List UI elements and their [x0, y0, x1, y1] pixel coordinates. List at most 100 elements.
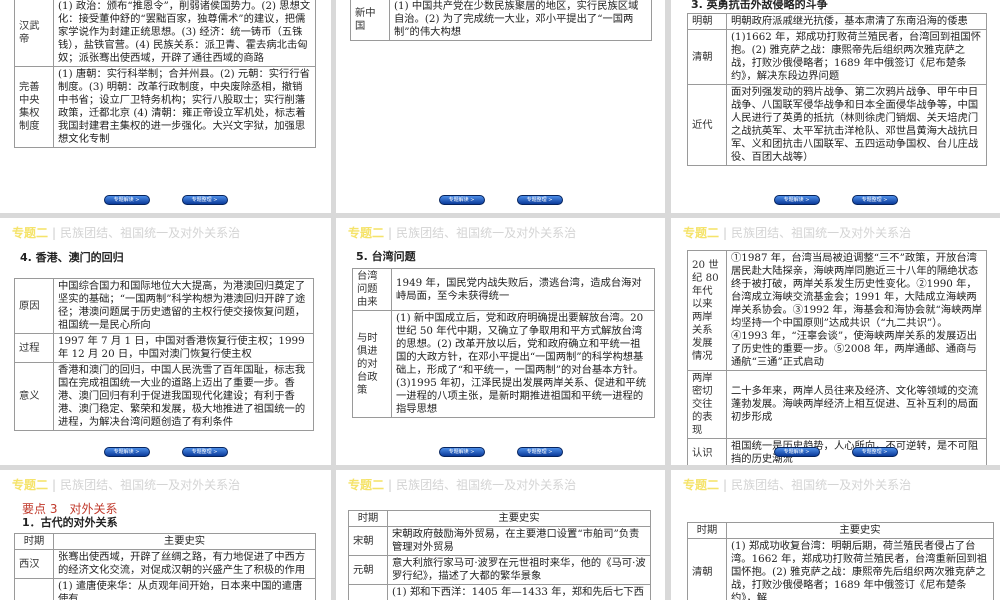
slide-1: 汉武帝 (1) 政治：颁布“推恩令”，削弱诸侯国势力。(2) 思想文化：接受董仲舒… — [0, 0, 331, 213]
content-table: 汉武帝 (1) 政治：颁布“推恩令”，削弱诸侯国势力。(2) 思想文化：接受董仲舒… — [14, 0, 316, 148]
row-label: 20 世纪 80 年代以来两岸关系发展情况 — [687, 250, 727, 371]
header-divider: | — [388, 226, 393, 240]
table-row: 时期 主要史实 — [14, 533, 316, 550]
next-topic-button[interactable]: 专题整理 > — [181, 195, 228, 205]
slide-4: 专题二 | 民族团结、祖国统一及对外关系治 4. 香港、澳门的回归原因 中国综合国力和国… — [0, 218, 331, 465]
row-content: (1) 新中国成立后，党和政府明确提出要解放台湾。20 世纪 50 年代中期，又… — [391, 310, 655, 418]
slide-nav: 专题解读 > 专题整理 > — [336, 190, 665, 209]
header-divider: | — [723, 226, 728, 240]
slide-header: 专题二 | 民族团结、祖国统一及对外关系治 — [12, 476, 240, 493]
row-content: 宋朝政府鼓励海外贸易，在主要港口设置“市舶司”负责管理对外贸易 — [387, 526, 651, 556]
column-header: 主要史实 — [387, 510, 651, 527]
prev-topic-button[interactable]: 专题解读 > — [773, 195, 820, 205]
slide-nav: 专题解读 > 专题整理 > — [671, 190, 1000, 209]
column-header: 主要史实 — [726, 522, 994, 539]
row-label: 清朝 — [687, 29, 727, 85]
content-table: 明朝 明朝政府派戚继光抗倭，基本肃清了东南沿海的倭患 清朝 (1)1662 年，郑成功… — [687, 13, 987, 166]
next-topic-button[interactable]: 专题整理 > — [516, 447, 563, 457]
row-label: 汉武帝 — [14, 0, 54, 67]
table-row: 完善中央集权制度 (1) 唐朝：实行科举制；合并州县。(2) 元朝：实行行省制度。… — [14, 66, 316, 148]
slide-title: 3. 英勇抗击外敌侵略的斗争 — [691, 0, 828, 11]
table-row: 20 世纪 80 年代以来两岸关系发展情况 ①1987 年，台湾当局被迫调整“三不… — [687, 250, 987, 371]
slide-header: 专题二 | 民族团结、祖国统一及对外关系治 — [348, 476, 576, 493]
table-row: 近代 面对列强发动的鸦片战争、第二次鸦片战争、甲午中日战争、八国联军侵华战争和日本… — [687, 84, 987, 166]
row-content: (1) 中国共产党在少数民族聚居的地区，实行民族区域自治。(2) 为了完成统一大… — [389, 0, 652, 41]
content-table: 台湾问题由来 1949 年，国民党内战失败后，溃逃台湾，造成台海对峙局面，至今未获… — [352, 268, 655, 418]
slide-title: 1．古代的对外关系 — [22, 516, 118, 529]
row-label — [14, 578, 54, 600]
column-header: 时期 — [687, 522, 727, 539]
row-label: 元朝 — [348, 555, 388, 585]
table-row: 时期 主要史实 — [687, 522, 994, 539]
content-table: 时期 主要史实 清朝 (1) 郑成功收复台湾：明朝后期，荷兰殖民者侵占了台湾。1662… — [687, 522, 994, 600]
table-row: 意义 香港和澳门的回归，中国人民洗雪了百年国耻，标志我国在完成祖国统一大业的道路上… — [14, 362, 314, 431]
row-content: (1) 唐朝：实行科举制；合并州县。(2) 元朝：实行行省制度。(3) 明朝：改… — [53, 66, 316, 148]
row-content: (1) 郑成功收复台湾：明朝后期，荷兰殖民者侵占了台湾。1662 年，郑成功打败… — [726, 538, 994, 600]
row-label: 新中国 — [350, 0, 390, 41]
column-header: 主要史实 — [53, 533, 316, 550]
row-content: ①1987 年，台湾当局被迫调整“三不”政策，开放台湾居民赴大陆探亲，海峡两岸同… — [726, 250, 987, 371]
prev-topic-button[interactable]: 专题解读 > — [773, 447, 820, 457]
row-content: 1997 年 7 月 1 日，中国对香港恢复行使主权；1999 年 12 月 2… — [53, 333, 314, 363]
topic-title: 民族团结、祖国统一及对外关系治 — [396, 478, 577, 492]
row-label: 宋朝 — [348, 526, 388, 556]
next-topic-button[interactable]: 专题整理 > — [851, 195, 898, 205]
row-content: 香港和澳门的回归，中国人民洗雪了百年国耻，标志我国在完成祖国统一大业的道路上迈出… — [53, 362, 314, 431]
content-table: 20 世纪 80 年代以来两岸关系发展情况 ①1987 年，台湾当局被迫调整“三不… — [687, 250, 987, 465]
table-row: (1) 遣唐使来华：从贞观年间开始，日本来中国的遣唐使有 — [14, 578, 316, 600]
table-row: 新中国 (1) 中国共产党在少数民族聚居的地区，实行民族区域自治。(2) 为了完成… — [350, 0, 652, 41]
next-topic-button[interactable]: 专题整理 > — [851, 447, 898, 457]
table-row: (1) 郑和下西洋：1405 年—1433 年，郑和先后七下西 — [348, 584, 651, 600]
row-label: 近代 — [687, 84, 727, 166]
table-row: 原因 中国综合国力和国际地位大大提高，为港澳回归奠定了坚实的基础；“一国两制”科学… — [14, 278, 314, 334]
row-label: 清朝 — [687, 538, 727, 600]
next-topic-button[interactable]: 专题整理 > — [181, 447, 228, 457]
next-topic-button[interactable]: 专题整理 > — [516, 195, 563, 205]
prev-topic-button[interactable]: 专题解读 > — [438, 447, 485, 457]
topic-key: 专题二 — [683, 478, 720, 492]
topic-title: 民族团结、祖国统一及对外关系治 — [396, 226, 577, 240]
prev-topic-button[interactable]: 专题解读 > — [438, 195, 485, 205]
row-content: 意大利旅行家马可·波罗在元世祖时来华，他的《马可·波罗行纪》，描述了大都的繁华景… — [387, 555, 651, 585]
table-row: 与时俱进的对台政策 (1) 新中国成立后，党和政府明确提出要解放台湾。20 世纪 … — [352, 310, 655, 418]
prev-topic-button[interactable]: 专题解读 > — [103, 447, 150, 457]
topic-key: 专题二 — [12, 226, 49, 240]
slide-nav: 专题解读 > 专题整理 > — [336, 442, 665, 461]
slide-title: 5. 台湾问题 — [356, 250, 416, 263]
slide-8: 专题二 | 民族团结、祖国统一及对外关系治 时期 主要史实 宋朝 宋朝政府鼓励海外贸易，在主… — [336, 470, 665, 600]
prev-topic-button[interactable]: 专题解读 > — [103, 195, 150, 205]
slide-nav: 专题解读 > 专题整理 > — [671, 442, 1000, 461]
header-divider: | — [388, 478, 393, 492]
table-row: 元朝 意大利旅行家马可·波罗在元世祖时来华，他的《马可·波罗行纪》，描述了大都的繁… — [348, 555, 651, 585]
topic-key: 专题二 — [348, 226, 385, 240]
topic-title: 民族团结、祖国统一及对外关系治 — [731, 478, 912, 492]
slide-nav: 专题解读 > 专题整理 > — [0, 190, 331, 209]
topic-title: 民族团结、祖国统一及对外关系治 — [731, 226, 912, 240]
content-table: 时期 主要史实 宋朝 宋朝政府鼓励海外贸易，在主要港口设置“市舶司”负责管理对外贸易元… — [348, 510, 651, 600]
table-row: 台湾问题由来 1949 年，国民党内战失败后，溃逃台湾，造成台海对峙局面，至今未获… — [352, 268, 655, 311]
content-table: 时期 主要史实 西汉 张骞出使西域，开辟了丝绸之路，有力地促进了中西方的经济文化交流，… — [14, 533, 316, 600]
topic-title: 民族团结、祖国统一及对外关系治 — [60, 226, 241, 240]
column-header: 时期 — [14, 533, 54, 550]
slide-title: 4. 香港、澳门的回归 — [20, 251, 124, 264]
row-content: 面对列强发动的鸦片战争、第二次鸦片战争、甲午中日战争、八国联军侵华战争和日本全面… — [726, 84, 987, 166]
column-header: 时期 — [348, 510, 388, 527]
header-divider: | — [723, 478, 728, 492]
slide-header: 专题二 | 民族团结、祖国统一及对外关系治 — [12, 224, 240, 241]
row-content: (1) 遣唐使来华：从贞观年间开始，日本来中国的遣唐使有 — [53, 578, 316, 600]
slide-nav: 专题解读 > 专题整理 > — [0, 442, 331, 461]
table-row: 时期 主要史实 — [348, 510, 651, 527]
slide-6: 专题二 | 民族团结、祖国统一及对外关系治 20 世纪 80 年代以来两岸关系发展情况… — [671, 218, 1000, 465]
row-label: 台湾问题由来 — [352, 268, 392, 311]
slide-5: 专题二 | 民族团结、祖国统一及对外关系治 5. 台湾问题台湾问题由来 1949 年，国… — [336, 218, 665, 465]
row-content: 张骞出使西域，开辟了丝绸之路，有力地促进了中西方的经济文化交流，对促成汉朝的兴盛… — [53, 549, 316, 579]
row-label: 完善中央集权制度 — [14, 66, 54, 148]
slide-9: 专题二 | 民族团结、祖国统一及对外关系治时期 主要史实 清朝 (1) 郑成功收复台湾：明… — [671, 470, 1000, 600]
row-label: 原因 — [14, 278, 54, 334]
topic-title: 民族团结、祖国统一及对外关系治 — [60, 478, 241, 492]
slide-header: 专题二 | 民族团结、祖国统一及对外关系治 — [683, 476, 911, 493]
topic-key: 专题二 — [348, 478, 385, 492]
row-content: 中国综合国力和国际地位大大提高，为港澳回归奠定了坚实的基础；“一国两制”科学构想… — [53, 278, 314, 334]
row-content: (1)1662 年，郑成功打败荷兰殖民者，台湾回到祖国怀抱。(2) 雅克萨之战：… — [726, 29, 987, 85]
row-label: 明朝 — [687, 13, 727, 30]
